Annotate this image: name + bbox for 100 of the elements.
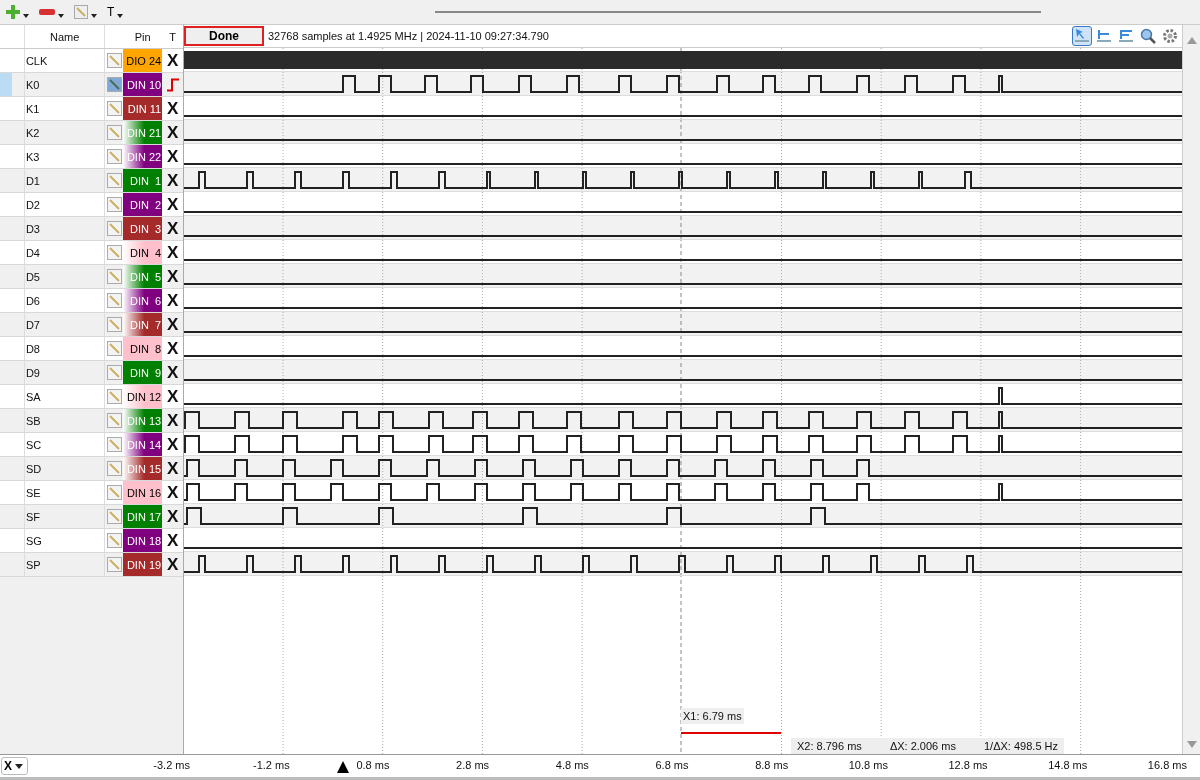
edit-icon[interactable] <box>106 149 122 164</box>
pin-label[interactable]: DIN 18 <box>123 529 163 552</box>
minus-icon <box>39 9 55 15</box>
edit-icon[interactable] <box>106 245 122 260</box>
pin-label[interactable]: DIN 16 <box>123 481 163 504</box>
trigger-none[interactable]: X <box>166 50 179 71</box>
edit-icon[interactable] <box>106 125 122 140</box>
waveform-area[interactable] <box>184 48 1182 754</box>
delta-x-label: ΔX: 2.006 ms <box>889 740 956 752</box>
edit-icon[interactable] <box>106 341 122 356</box>
edit-icon[interactable] <box>106 389 122 404</box>
settings-tool[interactable] <box>1160 26 1180 46</box>
trigger-none[interactable]: X <box>166 362 179 383</box>
edit-icon[interactable] <box>106 293 122 308</box>
pin-label[interactable]: DIN 7 <box>123 313 163 336</box>
time-axis-label: 8.8 ms <box>755 759 789 771</box>
vertical-scrollbar[interactable] <box>1182 25 1200 754</box>
channel-name: CLK <box>25 54 48 67</box>
scroll-down-icon[interactable] <box>1186 741 1197 748</box>
frequency-label: 1/ΔX: 498.5 Hz <box>984 740 1058 752</box>
trigger-none[interactable]: X <box>166 290 179 311</box>
edit-icon[interactable] <box>106 509 122 524</box>
trigger-none[interactable]: X <box>166 410 179 431</box>
edit-icon[interactable] <box>106 173 122 188</box>
pin-column-header: Pin <box>134 30 151 43</box>
edit-button[interactable] <box>72 2 99 22</box>
cursor-x1-label: X1: 6.79 ms <box>681 708 744 724</box>
trigger-none[interactable]: X <box>166 314 179 335</box>
row-highlight <box>0 73 12 96</box>
edit-icon[interactable] <box>106 53 122 68</box>
trigger-none[interactable]: X <box>166 242 179 263</box>
edit-icon[interactable] <box>106 461 122 476</box>
channel-name: SB <box>25 414 41 427</box>
pin-label[interactable]: DIN 17 <box>123 505 163 528</box>
rising-edge-icon[interactable] <box>166 77 179 92</box>
pin-label[interactable]: DIO 24 <box>123 49 163 72</box>
trigger-none[interactable]: X <box>166 122 179 143</box>
axis-unit-dropdown[interactable]: X <box>1 757 28 775</box>
pin-label[interactable]: DIN 9 <box>123 361 163 384</box>
trigger-column-header: T <box>169 30 176 43</box>
plus-icon <box>6 5 20 19</box>
channel-name: K3 <box>25 150 40 163</box>
caret-icon <box>15 763 23 769</box>
edit-icon[interactable] <box>106 77 122 92</box>
trigger-none[interactable]: X <box>166 194 179 215</box>
edit-icon[interactable] <box>106 437 122 452</box>
trigger-none[interactable]: X <box>166 458 179 479</box>
edit-icon[interactable] <box>106 557 122 572</box>
pin-label[interactable]: DIN 10 <box>123 73 163 96</box>
channel-name: D6 <box>25 294 40 307</box>
zoom-tool[interactable] <box>1138 26 1158 46</box>
ruler-icon <box>1118 28 1134 44</box>
caret-icon <box>23 14 29 18</box>
trigger-none[interactable]: X <box>166 506 179 527</box>
trigger-none[interactable]: X <box>166 98 179 119</box>
pin-label[interactable]: DIN 12 <box>123 385 163 408</box>
time-axis-label: 4.8 ms <box>555 759 589 771</box>
pin-label[interactable]: DIN 5 <box>123 265 163 288</box>
edit-icon[interactable] <box>106 101 122 116</box>
pin-label[interactable]: DIN 11 <box>123 97 163 120</box>
edit-icon[interactable] <box>106 485 122 500</box>
channel-name: SA <box>25 390 41 403</box>
add-channel-button[interactable] <box>4 2 31 22</box>
edit-icon[interactable] <box>106 221 122 236</box>
edit-icon[interactable] <box>106 365 122 380</box>
trigger-none[interactable]: X <box>166 482 179 503</box>
trigger-none[interactable]: X <box>166 170 179 191</box>
edit-icon[interactable] <box>106 197 122 212</box>
pin-label[interactable]: DIN 3 <box>123 217 163 240</box>
edit-icon[interactable] <box>106 317 122 332</box>
trigger-none[interactable]: X <box>166 218 179 239</box>
trigger-none[interactable]: X <box>166 338 179 359</box>
trigger-none[interactable]: X <box>166 434 179 455</box>
trigger-none[interactable]: X <box>166 266 179 287</box>
channel-name: K1 <box>25 102 40 115</box>
done-button[interactable]: Done <box>184 26 264 46</box>
pin-label[interactable]: DIN 8 <box>123 337 163 360</box>
edit-icon[interactable] <box>106 533 122 548</box>
pin-label[interactable]: DIN 1 <box>123 169 163 192</box>
pointer-tool[interactable] <box>1072 26 1092 46</box>
pin-label[interactable]: DIN 19 <box>123 553 163 576</box>
edit-icon <box>74 5 88 19</box>
channel-name: SD <box>25 462 42 475</box>
time-axis-label: 0.8 ms <box>356 759 390 771</box>
time-axis-label: 12.8 ms <box>948 759 988 771</box>
trigger-none[interactable]: X <box>166 530 179 551</box>
trigger-none[interactable]: X <box>166 554 179 575</box>
channel-name: K0 <box>25 78 40 91</box>
edit-icon[interactable] <box>106 269 122 284</box>
channel-name: D4 <box>25 246 40 259</box>
trigger-none[interactable]: X <box>166 386 179 407</box>
edit-icon[interactable] <box>106 413 122 428</box>
trigger-none[interactable]: X <box>166 146 179 167</box>
channel-name: SG <box>25 534 42 547</box>
pin-label[interactable]: DIN 2 <box>123 193 163 216</box>
text-button[interactable]: T <box>105 2 126 22</box>
pin-label[interactable]: DIN 4 <box>123 241 163 264</box>
scroll-up-icon[interactable] <box>1186 37 1197 44</box>
time-axis-label: 16.8 ms <box>1147 759 1187 771</box>
pin-label[interactable]: DIN 6 <box>123 289 163 312</box>
